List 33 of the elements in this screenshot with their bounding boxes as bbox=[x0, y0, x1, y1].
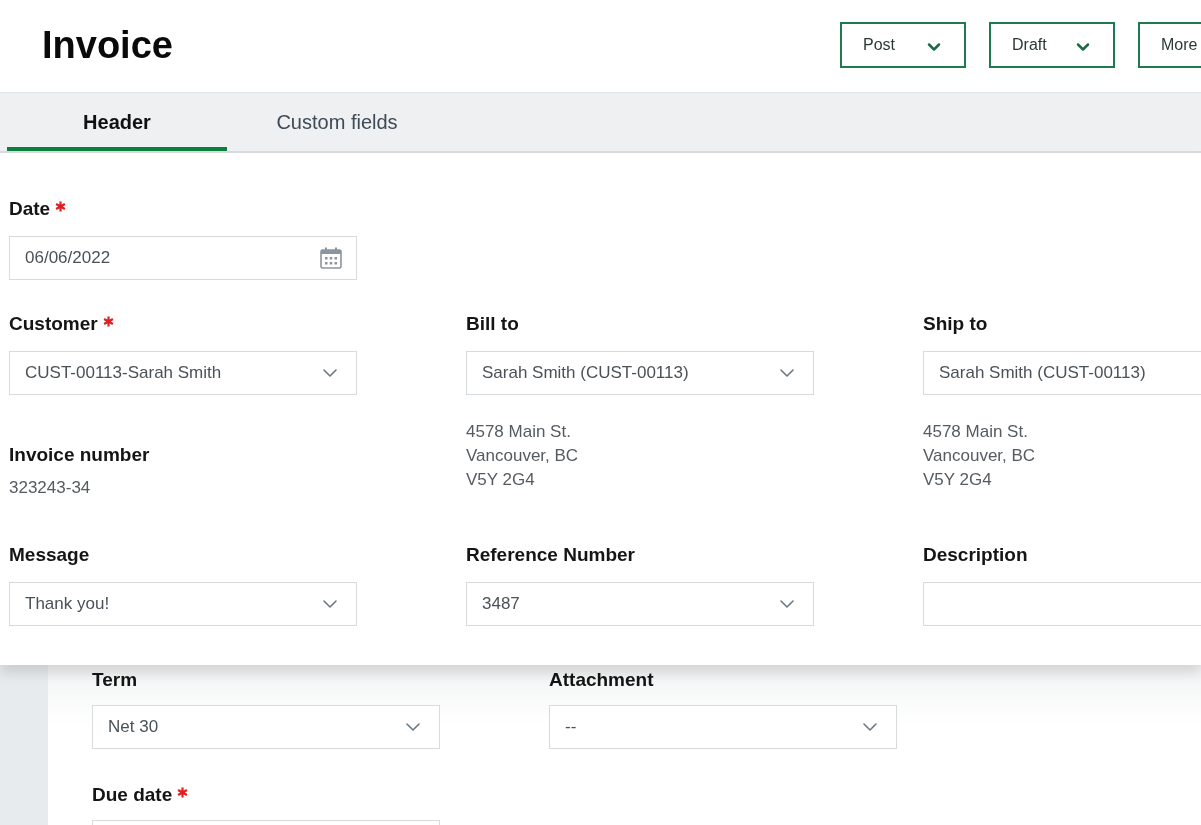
action-button[interactable]: More bbox=[1138, 22, 1201, 68]
page-title: Invoice bbox=[42, 23, 173, 68]
field-label: Due date bbox=[92, 783, 173, 807]
select-field[interactable]: 3487 bbox=[466, 582, 814, 626]
field-label: Invoice number bbox=[9, 443, 150, 467]
tab[interactable]: Custom fields bbox=[227, 93, 447, 151]
field-label: Attachment bbox=[549, 668, 654, 692]
address-line: Vancouver, BC bbox=[923, 445, 1037, 467]
calendar-icon[interactable] bbox=[320, 247, 342, 269]
action-button[interactable]: Post bbox=[840, 22, 966, 68]
address-line: 4578 Main St. bbox=[466, 421, 572, 443]
date-field[interactable]: 06/06/2022 bbox=[9, 236, 357, 280]
select-field[interactable]: CUST-00113-Sarah Smith bbox=[9, 351, 357, 395]
action-button[interactable]: Draft bbox=[989, 22, 1115, 68]
field-label: Term bbox=[92, 668, 138, 692]
field-label: Reference Number bbox=[466, 543, 635, 567]
address-line: V5Y 2G4 bbox=[466, 469, 536, 491]
field-label: Bill to bbox=[466, 312, 519, 336]
select-field[interactable]: Net 30 bbox=[92, 705, 440, 749]
input-field[interactable] bbox=[923, 582, 1201, 626]
select-field[interactable]: -- bbox=[549, 705, 897, 749]
address-line: V5Y 2G4 bbox=[923, 469, 993, 491]
field-label: Customer bbox=[9, 312, 98, 336]
field-label: Description bbox=[923, 543, 1028, 567]
input-field[interactable]: Sarah Smith (CUST-00113) bbox=[923, 351, 1201, 395]
field-label: Date bbox=[9, 197, 51, 221]
address-line: 4578 Main St. bbox=[923, 421, 1029, 443]
select-field[interactable]: Sarah Smith (CUST-00113) bbox=[466, 351, 814, 395]
field-label: Message bbox=[9, 543, 90, 567]
field-label: Ship to bbox=[923, 312, 988, 336]
invoice-number-value: 323243-34 bbox=[9, 477, 92, 499]
select-field[interactable]: Thank you! bbox=[9, 582, 357, 626]
address-line: Vancouver, BC bbox=[466, 445, 580, 467]
